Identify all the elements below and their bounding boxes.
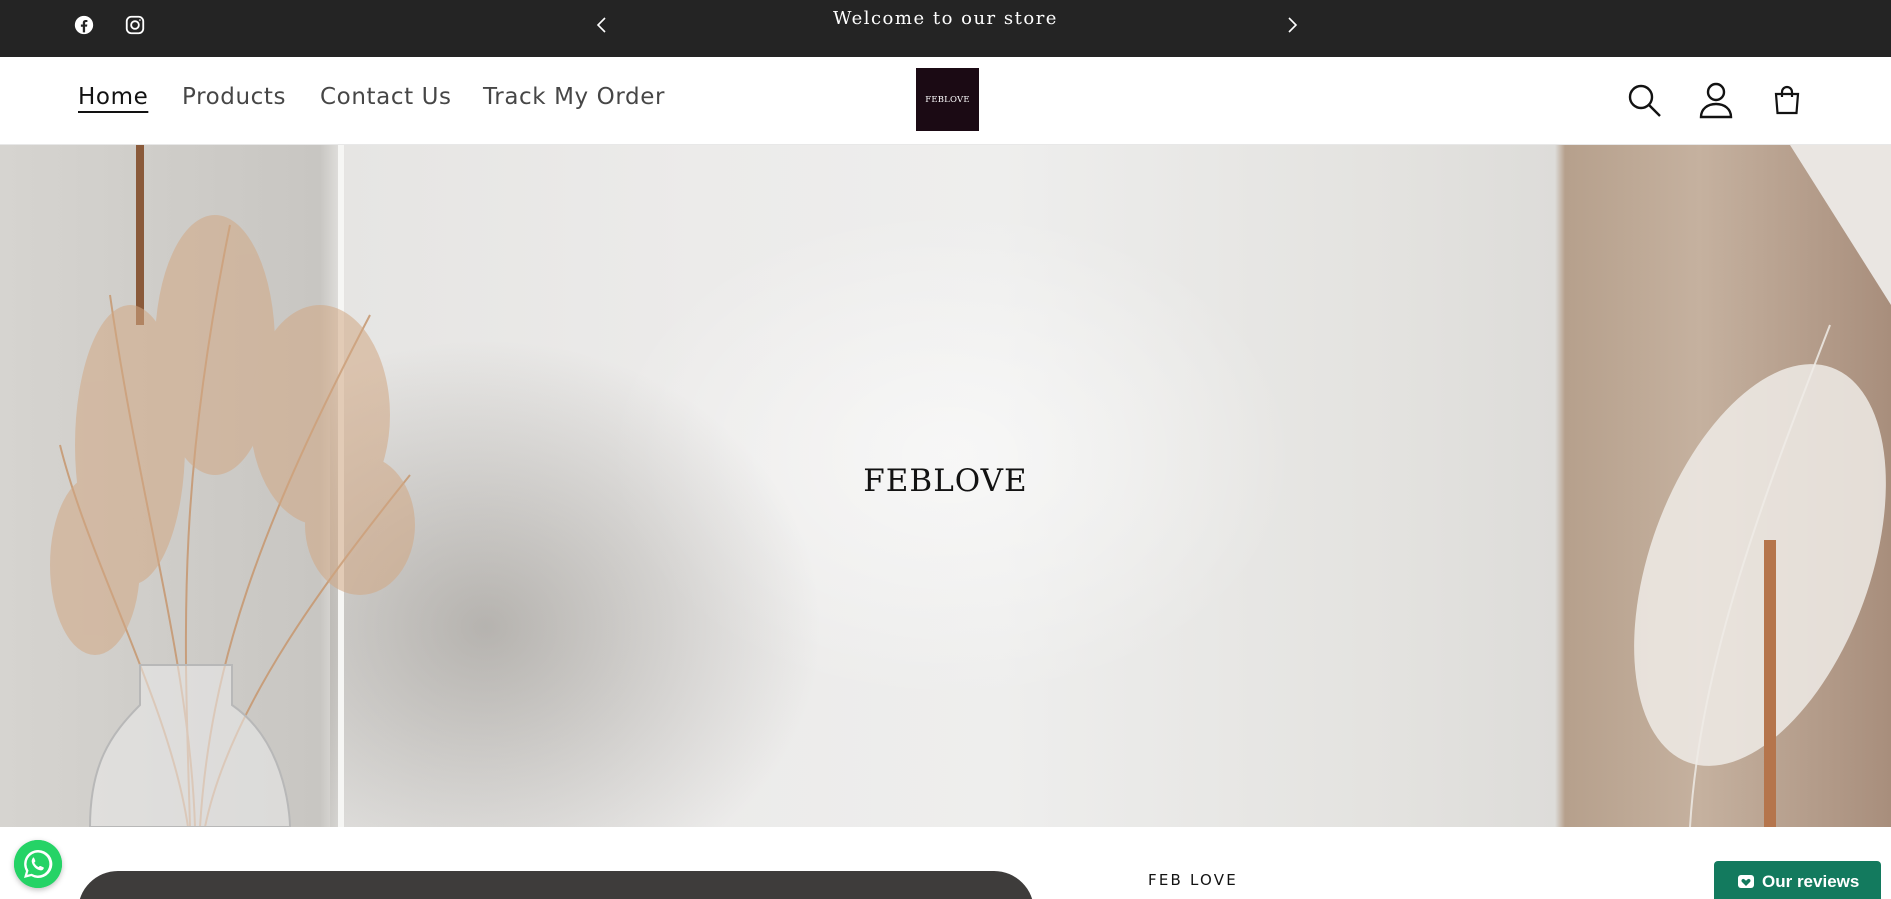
announcement-text: Welcome to our store [833, 8, 1058, 29]
featured-media [78, 871, 1034, 899]
our-reviews-button[interactable]: Our reviews [1714, 861, 1881, 899]
logo-text: FEBLOVE [925, 94, 970, 105]
heart-badge-icon [1738, 875, 1754, 888]
chevron-right-icon[interactable] [1280, 13, 1304, 37]
whatsapp-icon[interactable] [14, 840, 62, 888]
reviews-label: Our reviews [1762, 872, 1860, 891]
brand-label: FEB LOVE [1148, 871, 1238, 889]
cart-icon[interactable] [1768, 81, 1806, 119]
account-icon[interactable] [1697, 81, 1735, 119]
search-icon[interactable] [1625, 81, 1663, 119]
hero-banner: FEBLOVE [0, 145, 1891, 827]
nav-home[interactable]: Home [78, 84, 148, 110]
nav-products[interactable]: Products [182, 84, 286, 110]
site-logo[interactable]: FEBLOVE [916, 68, 979, 131]
hero-title: FEBLOVE [863, 463, 1028, 499]
nav-contact-us[interactable]: Contact Us [320, 84, 452, 110]
site-header: Home Products Contact Us Track My Order … [0, 57, 1891, 145]
nav-track-my-order[interactable]: Track My Order [483, 84, 665, 110]
announcement-bar: Welcome to our store [0, 0, 1891, 57]
